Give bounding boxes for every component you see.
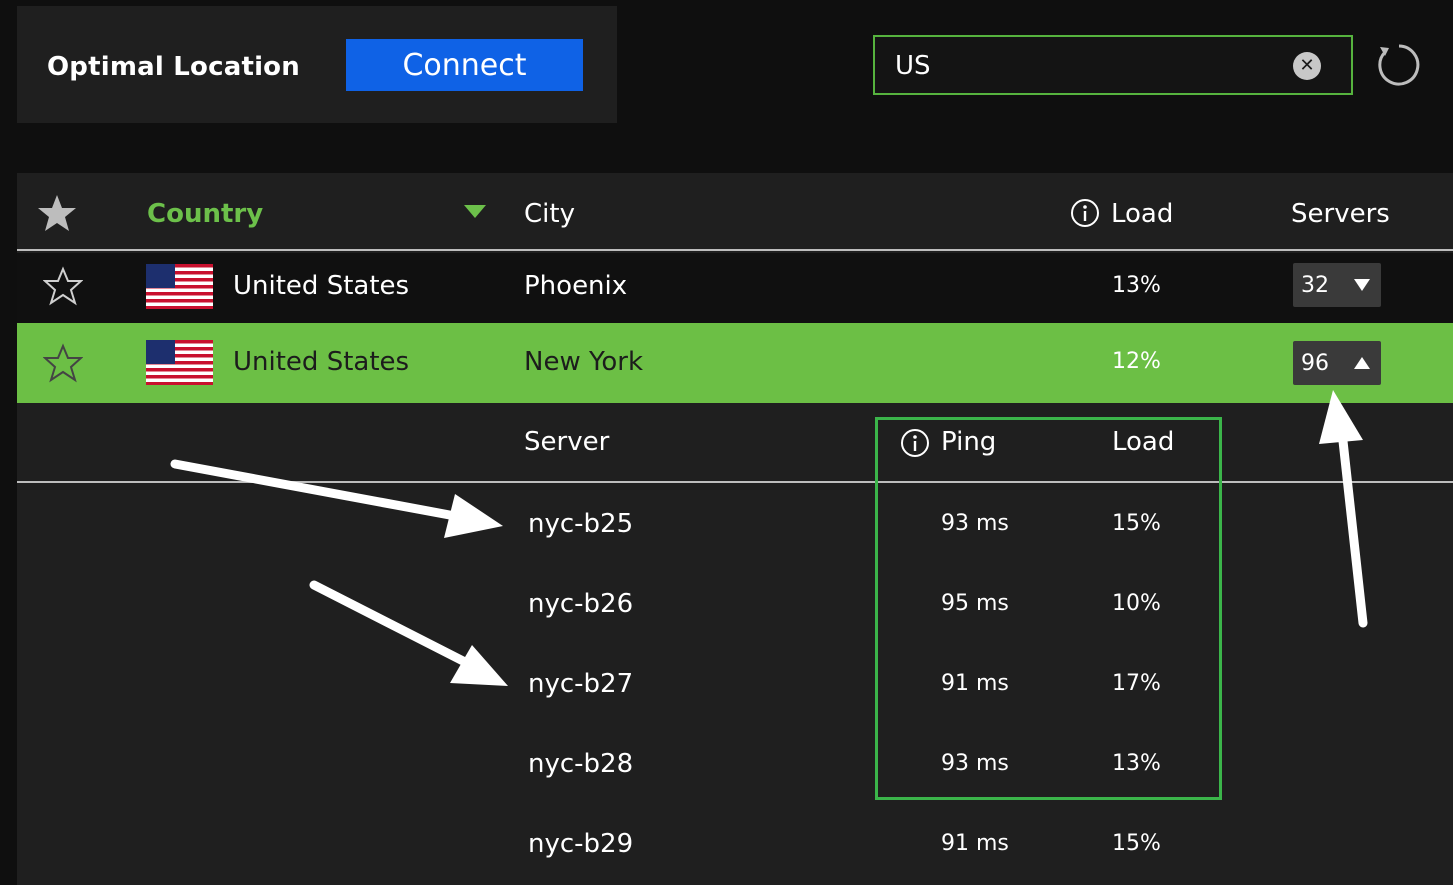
star-filled-icon[interactable] (37, 193, 77, 233)
table-row[interactable]: United States Phoenix 13% 32 (17, 253, 1453, 323)
server-list-header: Server Ping Load (17, 403, 1453, 483)
country-name: United States (233, 347, 410, 377)
column-header-server-load[interactable]: Load (1112, 427, 1174, 457)
server-name: nyc-b28 (528, 749, 634, 779)
column-header-city[interactable]: City (524, 199, 575, 229)
star-outline-icon[interactable] (43, 343, 83, 383)
column-header-server[interactable]: Server (524, 427, 609, 457)
server-load: 13% (1112, 751, 1161, 776)
server-table: Country City Load Servers United States … (17, 173, 1453, 885)
column-header-country[interactable]: Country (147, 199, 263, 229)
country-name: United States (233, 271, 410, 301)
server-ping: 93 ms (941, 751, 1009, 776)
clear-search-icon[interactable]: ✕ (1293, 52, 1321, 80)
server-ping: 91 ms (941, 831, 1009, 856)
server-name: nyc-b25 (528, 509, 634, 539)
refresh-icon[interactable] (1376, 42, 1422, 88)
servers-count: 32 (1301, 272, 1329, 298)
server-ping: 95 ms (941, 591, 1009, 616)
search-field[interactable]: ✕ (873, 35, 1353, 95)
city-name: New York (524, 347, 644, 377)
table-header: Country City Load Servers (17, 173, 1453, 251)
optimal-location-label: Optimal Location (47, 52, 300, 82)
star-outline-icon[interactable] (43, 266, 83, 306)
city-name: Phoenix (524, 271, 628, 301)
server-load: 15% (1112, 831, 1161, 856)
column-header-ping[interactable]: Ping (941, 427, 996, 457)
chevron-down-icon (1354, 279, 1370, 291)
servers-dropdown[interactable]: 32 (1293, 263, 1381, 307)
info-icon[interactable] (900, 428, 930, 458)
table-row-selected[interactable]: United States New York 12% 96 (17, 323, 1453, 403)
servers-dropdown[interactable]: 96 (1293, 341, 1381, 385)
server-row[interactable]: nyc-b28 93 ms 13% (17, 725, 1453, 805)
load-value: 12% (1112, 349, 1161, 374)
server-ping: 91 ms (941, 671, 1009, 696)
us-flag-icon (146, 340, 213, 385)
server-row[interactable]: nyc-b27 91 ms 17% (17, 645, 1453, 725)
server-name: nyc-b26 (528, 589, 634, 619)
server-ping: 93 ms (941, 511, 1009, 536)
server-row[interactable]: nyc-b29 91 ms 15% (17, 805, 1453, 885)
server-name: nyc-b29 (528, 829, 634, 859)
us-flag-icon (146, 264, 213, 309)
server-load: 17% (1112, 671, 1161, 696)
server-row[interactable]: nyc-b26 95 ms 10% (17, 565, 1453, 645)
server-load: 10% (1112, 591, 1161, 616)
servers-count: 96 (1301, 350, 1329, 376)
info-icon[interactable] (1070, 198, 1100, 228)
connect-button[interactable]: Connect (346, 39, 583, 91)
chevron-up-icon (1354, 357, 1370, 369)
load-value: 13% (1112, 273, 1161, 298)
search-input[interactable] (895, 47, 1275, 85)
sort-desc-icon[interactable] (464, 205, 486, 219)
server-load: 15% (1112, 511, 1161, 536)
optimal-location-panel: Optimal Location Connect (17, 6, 617, 123)
server-row[interactable]: nyc-b25 93 ms 15% (17, 485, 1453, 565)
column-header-servers[interactable]: Servers (1291, 199, 1390, 229)
column-header-load[interactable]: Load (1111, 199, 1173, 229)
server-name: nyc-b27 (528, 669, 634, 699)
